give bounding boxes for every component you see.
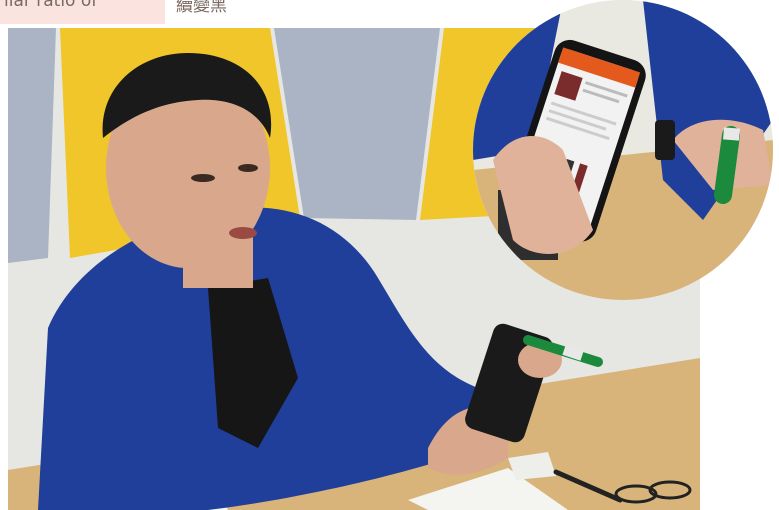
- caption-left-text: ilar ratio of: [4, 0, 98, 11]
- inset-green-pen: [714, 126, 740, 204]
- grey-panel-left: [8, 28, 56, 263]
- caption-right-text: 續變黑: [176, 0, 227, 16]
- inset-illustration: [473, 0, 773, 300]
- inset-closeup-photo: [473, 0, 773, 300]
